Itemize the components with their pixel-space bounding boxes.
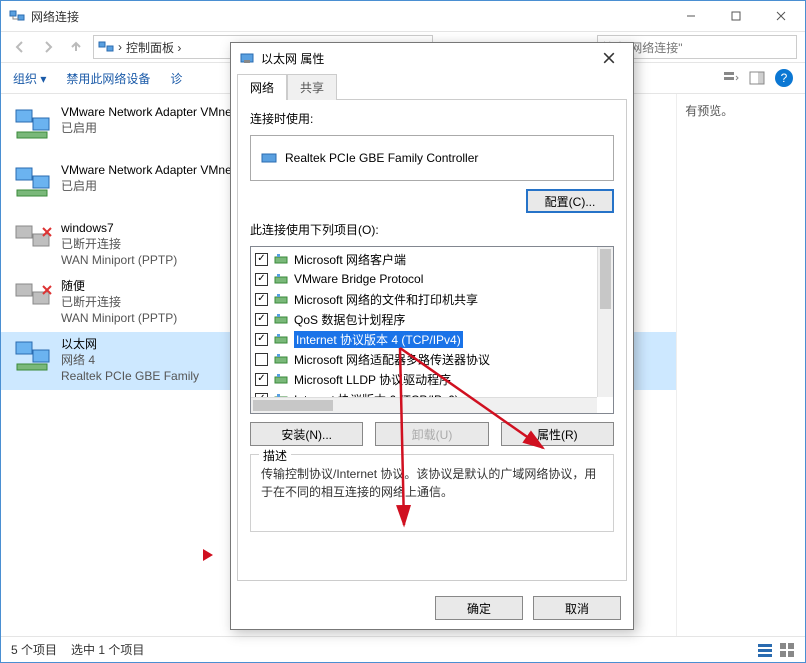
uses-items-label: 此连接使用下列项目(O): (250, 221, 614, 238)
up-button[interactable] (65, 36, 87, 58)
status-bar: 5 个项目 选中 1 个项目 (1, 636, 805, 662)
protocol-item[interactable]: Internet 协议版本 4 (TCP/IPv4) (251, 329, 597, 349)
icons-view-icon[interactable] (779, 642, 795, 658)
preview-pane-icon[interactable] (749, 70, 765, 86)
maximize-button[interactable] (713, 2, 758, 30)
dialog-tabs: 网络 共享 (231, 73, 633, 99)
protocol-item[interactable]: Internet 协议版本 6 (TCP/IPv6) (251, 389, 597, 397)
protocol-icon (274, 352, 288, 366)
protocol-label: Microsoft 网络客户端 (294, 251, 406, 268)
protocol-listbox[interactable]: Microsoft 网络客户端 VMware Bridge Protocol Mic… (250, 246, 614, 414)
protocol-checkbox[interactable] (255, 333, 268, 346)
protocol-checkbox[interactable] (255, 373, 268, 386)
dialog-footer: 确定 取消 (231, 587, 633, 629)
dialog-titlebar: 以太网 属性 (231, 43, 633, 73)
organize-menu[interactable]: 组织 ▾ (13, 70, 46, 87)
cancel-button[interactable]: 取消 (533, 596, 621, 620)
view-menu-icon[interactable] (723, 70, 739, 86)
adapter-icon (13, 278, 53, 318)
protocol-label: Internet 协议版本 4 (TCP/IPv4) (294, 331, 463, 348)
disable-device-button[interactable]: 禁用此网络设备 (66, 70, 150, 87)
dialog-close-button[interactable] (589, 45, 629, 71)
protocol-item[interactable]: Microsoft 网络的文件和打印机共享 (251, 289, 597, 309)
protocol-icon (274, 372, 288, 386)
controller-box: Realtek PCIe GBE Family Controller (250, 135, 614, 181)
protocol-label: QoS 数据包计划程序 (294, 311, 405, 328)
protocol-label: Microsoft 网络的文件和打印机共享 (294, 291, 478, 308)
network-icon (98, 39, 114, 55)
back-button[interactable] (9, 36, 31, 58)
horizontal-scrollbar[interactable] (251, 397, 597, 413)
tab-sharing[interactable]: 共享 (287, 74, 337, 100)
protocol-icon (274, 332, 288, 346)
forward-button[interactable] (37, 36, 59, 58)
breadcrumb: 控制面板 › (126, 39, 181, 56)
ok-button[interactable]: 确定 (435, 596, 523, 620)
protocol-item[interactable]: VMware Bridge Protocol (251, 269, 597, 289)
ethernet-icon (239, 50, 255, 66)
dialog-title: 以太网 属性 (261, 50, 324, 67)
protocol-icon (274, 292, 288, 306)
protocol-label: VMware Bridge Protocol (294, 272, 423, 286)
titlebar: 网络连接 (1, 1, 805, 31)
status-item-count: 5 个项目 (11, 641, 57, 658)
details-view-icon[interactable] (757, 642, 773, 658)
connect-using-label: 连接时使用: (250, 110, 614, 127)
adapter-icon (13, 162, 53, 202)
description-title: 描述 (259, 447, 291, 464)
adapter-icon (13, 220, 53, 260)
protocol-checkbox[interactable] (255, 253, 268, 266)
protocol-label: Microsoft 网络适配器多路传送器协议 (294, 351, 490, 368)
tab-network[interactable]: 网络 (237, 74, 287, 100)
protocol-icon (274, 272, 288, 286)
protocol-checkbox[interactable] (255, 293, 268, 306)
protocol-checkbox[interactable] (255, 313, 268, 326)
properties-button[interactable]: 属性(R) (501, 422, 614, 446)
help-button[interactable]: ? (775, 69, 793, 87)
configure-button[interactable]: 配置(C)... (526, 189, 614, 213)
description-group: 描述 传输控制协议/Internet 协议。该协议是默认的广域网络协议，用于在不… (250, 454, 614, 532)
protocol-icon (274, 312, 288, 326)
network-icon (9, 8, 25, 24)
vertical-scrollbar[interactable] (597, 247, 613, 397)
dialog-body: 连接时使用: Realtek PCIe GBE Family Controlle… (237, 99, 627, 581)
protocol-icon (274, 252, 288, 266)
status-selected-count: 选中 1 个项目 (71, 641, 144, 658)
preview-pane: 有预览。 (676, 94, 805, 636)
install-button[interactable]: 安装(N)... (250, 422, 363, 446)
close-button[interactable] (758, 2, 803, 30)
nic-icon (261, 150, 277, 166)
properties-dialog: 以太网 属性 网络 共享 连接时使用: Realtek PCIe GBE Fam… (230, 42, 634, 630)
diagnose-button[interactable]: 诊 (170, 70, 182, 87)
protocol-item[interactable]: Microsoft LLDP 协议驱动程序 (251, 369, 597, 389)
protocol-checkbox[interactable] (255, 273, 268, 286)
adapter-icon (13, 336, 53, 376)
preview-text: 有预览。 (685, 104, 733, 118)
controller-name: Realtek PCIe GBE Family Controller (285, 151, 478, 165)
protocol-item[interactable]: Microsoft 网络适配器多路传送器协议 (251, 349, 597, 369)
window-title: 网络连接 (31, 8, 79, 25)
description-text: 传输控制协议/Internet 协议。该协议是默认的广域网络协议，用于在不同的相… (261, 465, 603, 501)
protocol-item[interactable]: QoS 数据包计划程序 (251, 309, 597, 329)
adapter-icon (13, 104, 53, 144)
protocol-label: Microsoft LLDP 协议驱动程序 (294, 371, 451, 388)
minimize-button[interactable] (668, 2, 713, 30)
protocol-item[interactable]: Microsoft 网络客户端 (251, 249, 597, 269)
uninstall-button: 卸载(U) (375, 422, 488, 446)
protocol-checkbox[interactable] (255, 353, 268, 366)
